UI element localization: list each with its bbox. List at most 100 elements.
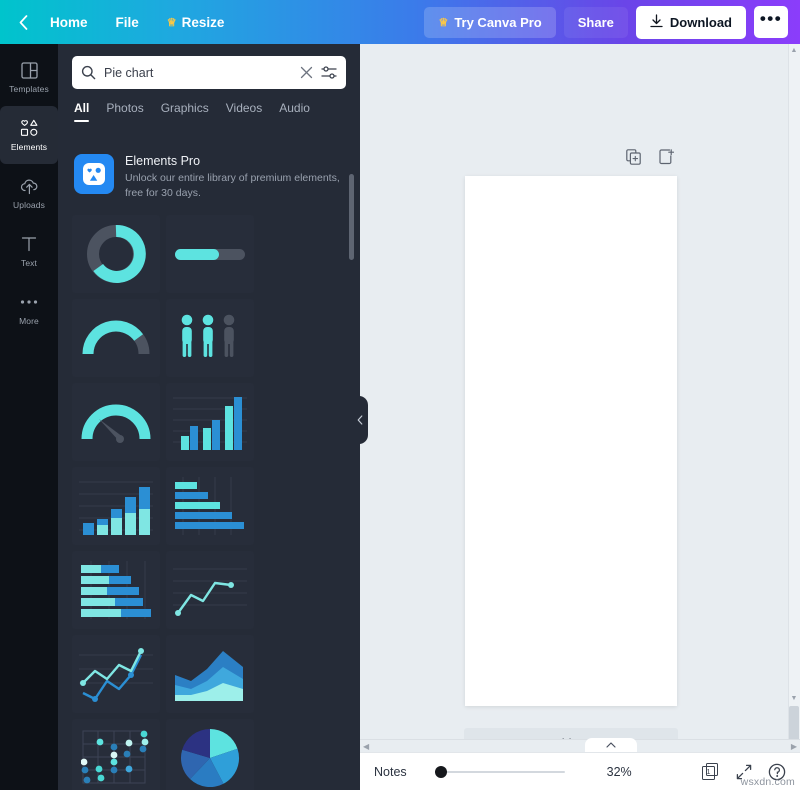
result-line-chart-single[interactable] bbox=[166, 551, 254, 630]
result-speedometer-gauge-chart[interactable] bbox=[72, 383, 160, 462]
zoom-slider[interactable] bbox=[434, 765, 565, 779]
tab-videos-label: Videos bbox=[225, 101, 263, 115]
bottom-bar-right-group: 1 bbox=[700, 762, 786, 782]
back-chevron-icon[interactable] bbox=[10, 9, 36, 35]
sidebar-item-uploads[interactable]: Uploads bbox=[0, 164, 58, 222]
sidebar-item-text[interactable]: Text bbox=[0, 222, 58, 280]
result-semicircle-arc-gauge[interactable] bbox=[72, 299, 160, 378]
search-results-grid bbox=[58, 201, 360, 790]
more-dots-icon bbox=[20, 293, 38, 312]
elements-pro-subtitle: Unlock our entire library of premium ele… bbox=[125, 172, 340, 200]
top-toolbar-left-group: Home File ♕ Resize bbox=[0, 9, 238, 36]
results-scroll-area[interactable]: Elements Pro Unlock our entire library o… bbox=[58, 140, 360, 790]
download-button[interactable]: Download bbox=[635, 5, 746, 39]
scroll-up-arrow-icon[interactable]: ▲ bbox=[789, 45, 799, 56]
more-dots-icon: ••• bbox=[759, 9, 783, 28]
home-menu-button[interactable]: Home bbox=[36, 9, 102, 36]
sidebar-label-uploads: Uploads bbox=[13, 199, 45, 210]
search-section bbox=[58, 44, 360, 89]
tab-audio-label: Audio bbox=[279, 101, 310, 115]
result-stacked-column-chart[interactable] bbox=[72, 467, 160, 546]
result-people-pictogram-chart[interactable] bbox=[166, 299, 254, 378]
bottom-status-bar: Notes 32% 1 bbox=[360, 752, 800, 790]
canvas-horizontal-scrollbar[interactable]: ◀ ▶ bbox=[360, 739, 800, 752]
question-circle-icon[interactable] bbox=[768, 763, 786, 781]
notes-button[interactable]: Notes bbox=[374, 765, 407, 779]
try-canva-pro-button[interactable]: ♕ Try Canva Pro bbox=[424, 6, 556, 38]
elements-pro-icon bbox=[74, 154, 114, 194]
result-scatter-dot-plot[interactable] bbox=[72, 719, 160, 790]
elements-pro-text: Elements Pro Unlock our entire library o… bbox=[125, 154, 344, 201]
notes-panel-expand-handle[interactable] bbox=[585, 738, 637, 752]
duplicate-page-icon[interactable] bbox=[626, 149, 641, 165]
tab-audio[interactable]: Audio bbox=[279, 101, 310, 122]
tab-videos[interactable]: Videos bbox=[226, 101, 262, 122]
page-tools-group bbox=[626, 149, 674, 165]
share-button[interactable]: Share bbox=[563, 6, 628, 38]
elements-pro-title: Elements Pro bbox=[125, 154, 201, 168]
resize-label: Resize bbox=[181, 14, 225, 30]
sidebar-label-more: More bbox=[19, 315, 39, 326]
elements-pro-promo-card[interactable]: Elements Pro Unlock our entire library o… bbox=[74, 154, 344, 201]
result-area-chart-stacked[interactable] bbox=[166, 635, 254, 714]
sidebar-item-more[interactable]: More bbox=[0, 280, 58, 338]
search-input[interactable] bbox=[104, 65, 292, 80]
sidebar-item-elements[interactable]: Elements bbox=[0, 106, 58, 164]
tab-all-label: All bbox=[74, 101, 90, 115]
scroll-right-arrow-icon[interactable]: ▶ bbox=[791, 742, 797, 751]
more-options-button[interactable]: ••• bbox=[754, 6, 788, 38]
canva-editor-window: Home File ♕ Resize ♕ Try Canva Pro Share bbox=[0, 0, 800, 790]
search-icon bbox=[81, 65, 96, 80]
share-label: Share bbox=[577, 14, 614, 30]
result-line-chart-multi[interactable] bbox=[72, 635, 160, 714]
sidebar-label-text: Text bbox=[21, 257, 37, 268]
tab-all[interactable]: All bbox=[74, 101, 90, 122]
crown-icon: ♕ bbox=[166, 16, 177, 29]
design-canvas-area: + Add page ▲ ▼ ◀ ▶ bbox=[360, 44, 800, 790]
left-nav-rail: Templates Elements Uploads Text More bbox=[0, 44, 58, 790]
page-count-value: 1 bbox=[702, 765, 715, 780]
canvas-vertical-scrollbar[interactable]: ▲ ▼ bbox=[788, 44, 800, 751]
tab-photos-label: Photos bbox=[106, 101, 144, 115]
text-t-icon bbox=[21, 235, 37, 254]
tab-photos[interactable]: Photos bbox=[106, 101, 143, 122]
templates-icon bbox=[20, 61, 38, 80]
tab-graphics[interactable]: Graphics bbox=[161, 101, 209, 122]
zoom-level-value: 32% bbox=[606, 764, 632, 779]
result-horizontal-bar-chart[interactable] bbox=[166, 467, 254, 546]
try-pro-label: Try Canva Pro bbox=[454, 14, 542, 30]
search-box[interactable] bbox=[72, 56, 346, 89]
elements-icon bbox=[20, 119, 39, 138]
zoom-slider-track bbox=[434, 770, 565, 773]
result-ascending-column-chart[interactable] bbox=[166, 383, 254, 462]
uploads-cloud-icon bbox=[20, 177, 39, 196]
sidebar-label-templates: Templates bbox=[9, 83, 49, 94]
expand-arrows-icon[interactable] bbox=[736, 764, 752, 780]
panel-scrollbar-thumb[interactable] bbox=[349, 174, 354, 260]
close-x-icon[interactable] bbox=[300, 66, 313, 79]
sidebar-label-elements: Elements bbox=[10, 141, 48, 152]
file-menu-button[interactable]: File bbox=[102, 9, 153, 36]
sidebar-item-templates[interactable]: Templates bbox=[0, 48, 58, 106]
scroll-left-arrow-icon[interactable]: ◀ bbox=[363, 742, 369, 751]
file-label: File bbox=[115, 14, 139, 30]
collapse-panel-handle[interactable] bbox=[352, 396, 368, 444]
result-donut-ring-chart[interactable] bbox=[72, 215, 160, 294]
result-stacked-horizontal-bar-chart[interactable] bbox=[72, 551, 160, 630]
zoom-slider-knob[interactable] bbox=[434, 765, 447, 778]
add-page-icon[interactable] bbox=[659, 149, 674, 165]
design-page-1[interactable] bbox=[465, 176, 677, 706]
top-toolbar-right-group: ♕ Try Canva Pro Share Download ••• bbox=[424, 5, 800, 39]
result-type-tabs: All Photos Graphics Videos Audio bbox=[58, 89, 360, 122]
elements-side-panel: All Photos Graphics Videos Audio Element… bbox=[58, 44, 360, 790]
result-pie-chart-five-slice[interactable] bbox=[166, 719, 254, 790]
crown-icon: ♕ bbox=[438, 16, 449, 29]
sliders-filter-icon[interactable] bbox=[321, 65, 337, 80]
tab-graphics-label: Graphics bbox=[160, 101, 209, 115]
download-icon bbox=[650, 13, 663, 31]
top-toolbar: Home File ♕ Resize ♕ Try Canva Pro Share bbox=[0, 0, 800, 44]
result-horizontal-progress-bar[interactable] bbox=[166, 215, 254, 294]
scroll-down-arrow-icon[interactable]: ▼ bbox=[789, 693, 799, 704]
resize-menu-button[interactable]: ♕ Resize bbox=[153, 9, 239, 36]
page-count-button[interactable]: 1 bbox=[700, 762, 720, 782]
